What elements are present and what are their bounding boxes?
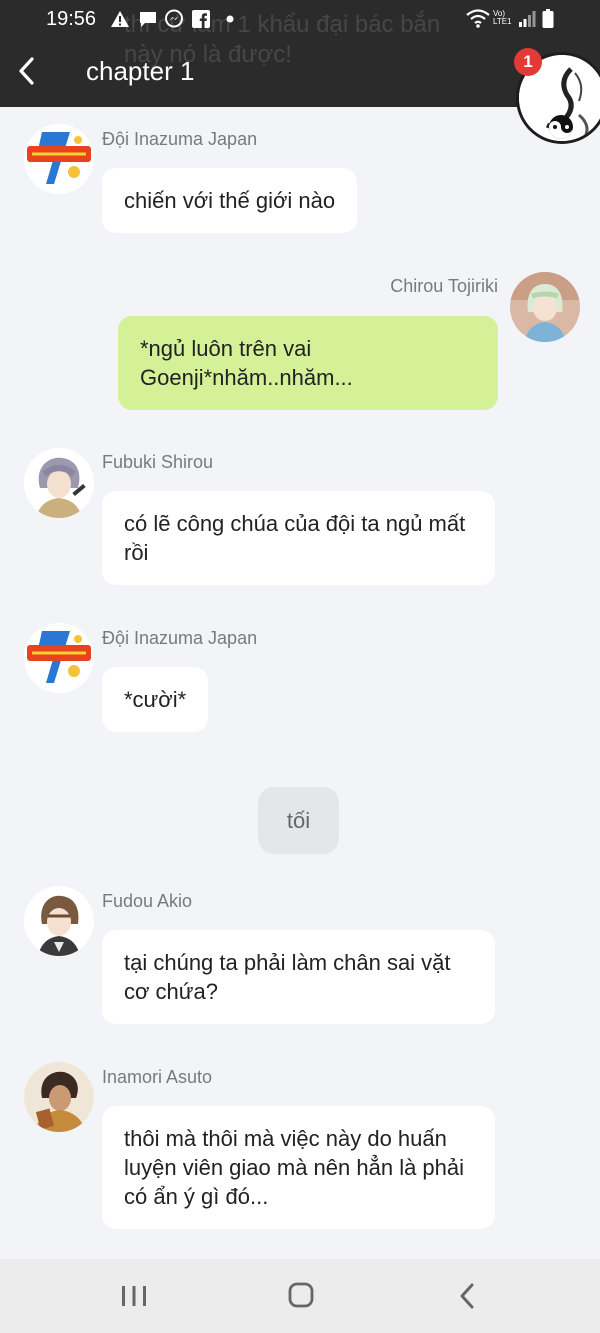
notification-badge: 1: [514, 48, 542, 76]
nav-back-icon[interactable]: [448, 1281, 488, 1311]
time-separator: tối: [258, 787, 339, 854]
facebook-icon: [192, 9, 210, 29]
floating-chat-head[interactable]: 1: [512, 48, 600, 148]
warning-icon: [110, 9, 130, 29]
message-sender: Đội Inazuma Japan: [102, 129, 258, 149]
dot-indicator-icon: [226, 9, 234, 29]
message-bubble[interactable]: chiến với thế giới nào: [102, 168, 358, 233]
home-icon[interactable]: [281, 1281, 321, 1311]
avatar-inamori-asuto[interactable]: [24, 1062, 94, 1132]
message-icon: [138, 9, 158, 29]
message-bubble[interactable]: *cười*: [102, 667, 209, 732]
messenger-icon: [164, 9, 184, 29]
message-sender: Chirou Tojiriki: [390, 276, 498, 296]
message-sender: Fubuki Shirou: [102, 452, 214, 472]
signal-icon: [518, 9, 536, 29]
back-arrow-icon[interactable]: [14, 54, 44, 88]
avatar-fubuki-shirou[interactable]: [24, 448, 94, 518]
message-sender: Inamori Asuto: [102, 1067, 213, 1087]
chat-title: chapter 1: [86, 56, 195, 86]
wifi-icon: [466, 9, 490, 29]
message-bubble[interactable]: tại chúng ta phải làm chân sai vặt cơ ch…: [102, 930, 495, 1024]
message-bubble[interactable]: có lẽ công chúa của đội ta ngủ mất rồi: [102, 491, 495, 585]
recents-icon[interactable]: [114, 1281, 154, 1311]
system-navigation-bar: [0, 1259, 600, 1333]
message-sender: Đội Inazuma Japan: [102, 628, 258, 648]
message-sender: Fudou Akio: [102, 891, 193, 911]
message-bubble[interactable]: thôi mà thôi mà việc này do huấn luyện v…: [102, 1106, 495, 1229]
battery-icon: [542, 9, 554, 29]
avatar-fudou-akio[interactable]: [24, 886, 94, 956]
own-message-bubble[interactable]: *ngủ luôn trên vai Goenji*nhăm..nhăm...: [118, 316, 498, 410]
status-time: 19:56: [46, 8, 97, 30]
avatar-inazuma-japan[interactable]: [24, 623, 94, 693]
network-label: Vo) LTE1: [493, 9, 512, 26]
status-bar: 19:56 Vo) LTE1: [0, 0, 600, 40]
avatar-inazuma-japan[interactable]: [24, 124, 94, 194]
avatar-chirou-tojiriki[interactable]: [510, 272, 580, 342]
app-header: thì cứ làm 1 khẩu đại bác bắn này nó là …: [0, 0, 600, 107]
